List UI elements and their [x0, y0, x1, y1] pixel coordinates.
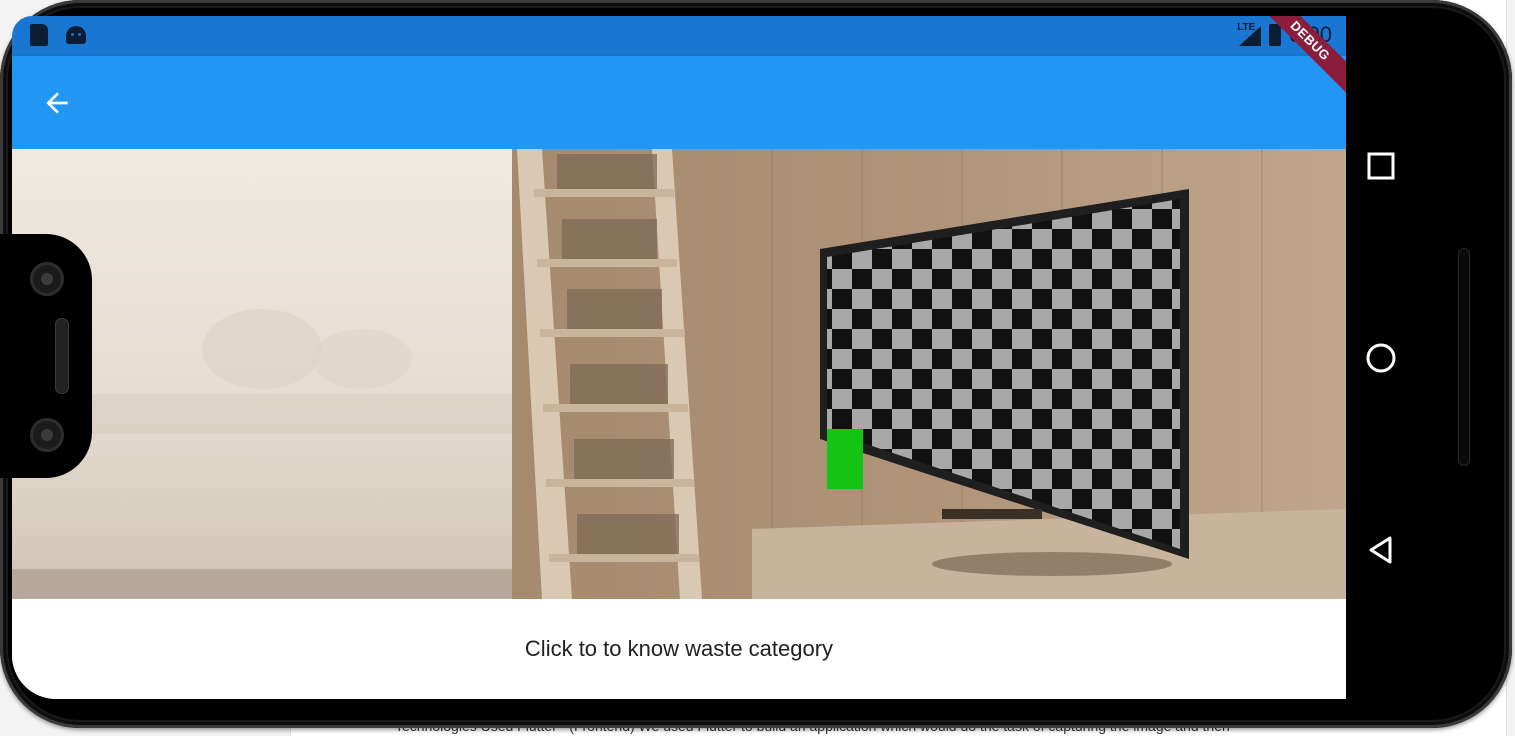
- recents-button[interactable]: [1363, 148, 1399, 184]
- status-bar: LTE 0:00: [12, 16, 1346, 56]
- phone-frame: LTE 0:00 DEBUG: [0, 0, 1512, 728]
- android-nav-bar: [1346, 16, 1416, 699]
- recents-square-icon: [1367, 152, 1395, 180]
- battery-charging-icon: [1269, 24, 1282, 46]
- back-button[interactable]: [38, 84, 76, 122]
- app-screen: LTE 0:00 DEBUG: [12, 16, 1346, 699]
- earpiece-speaker: [55, 318, 69, 394]
- captured-image-graphic: [12, 149, 1346, 599]
- home-button[interactable]: [1363, 340, 1399, 376]
- back-triangle-icon: [1369, 536, 1392, 564]
- arrow-back-icon: [46, 92, 68, 114]
- captured-image: [12, 149, 1346, 599]
- front-camera: [30, 262, 64, 296]
- sd-card-icon: [30, 24, 48, 46]
- android-icon: [66, 26, 86, 44]
- phone-side-button: [1458, 248, 1470, 466]
- lte-signal-icon: LTE: [1237, 22, 1262, 46]
- home-circle-icon: [1366, 343, 1396, 373]
- sensor-camera: [30, 418, 64, 452]
- know-waste-category-button[interactable]: Click to to know waste category: [492, 629, 866, 669]
- bottom-panel: Click to to know waste category: [12, 599, 1346, 699]
- app-bar: [12, 56, 1346, 149]
- phone-camera-notch: [0, 234, 92, 478]
- back-nav-button[interactable]: [1363, 532, 1399, 568]
